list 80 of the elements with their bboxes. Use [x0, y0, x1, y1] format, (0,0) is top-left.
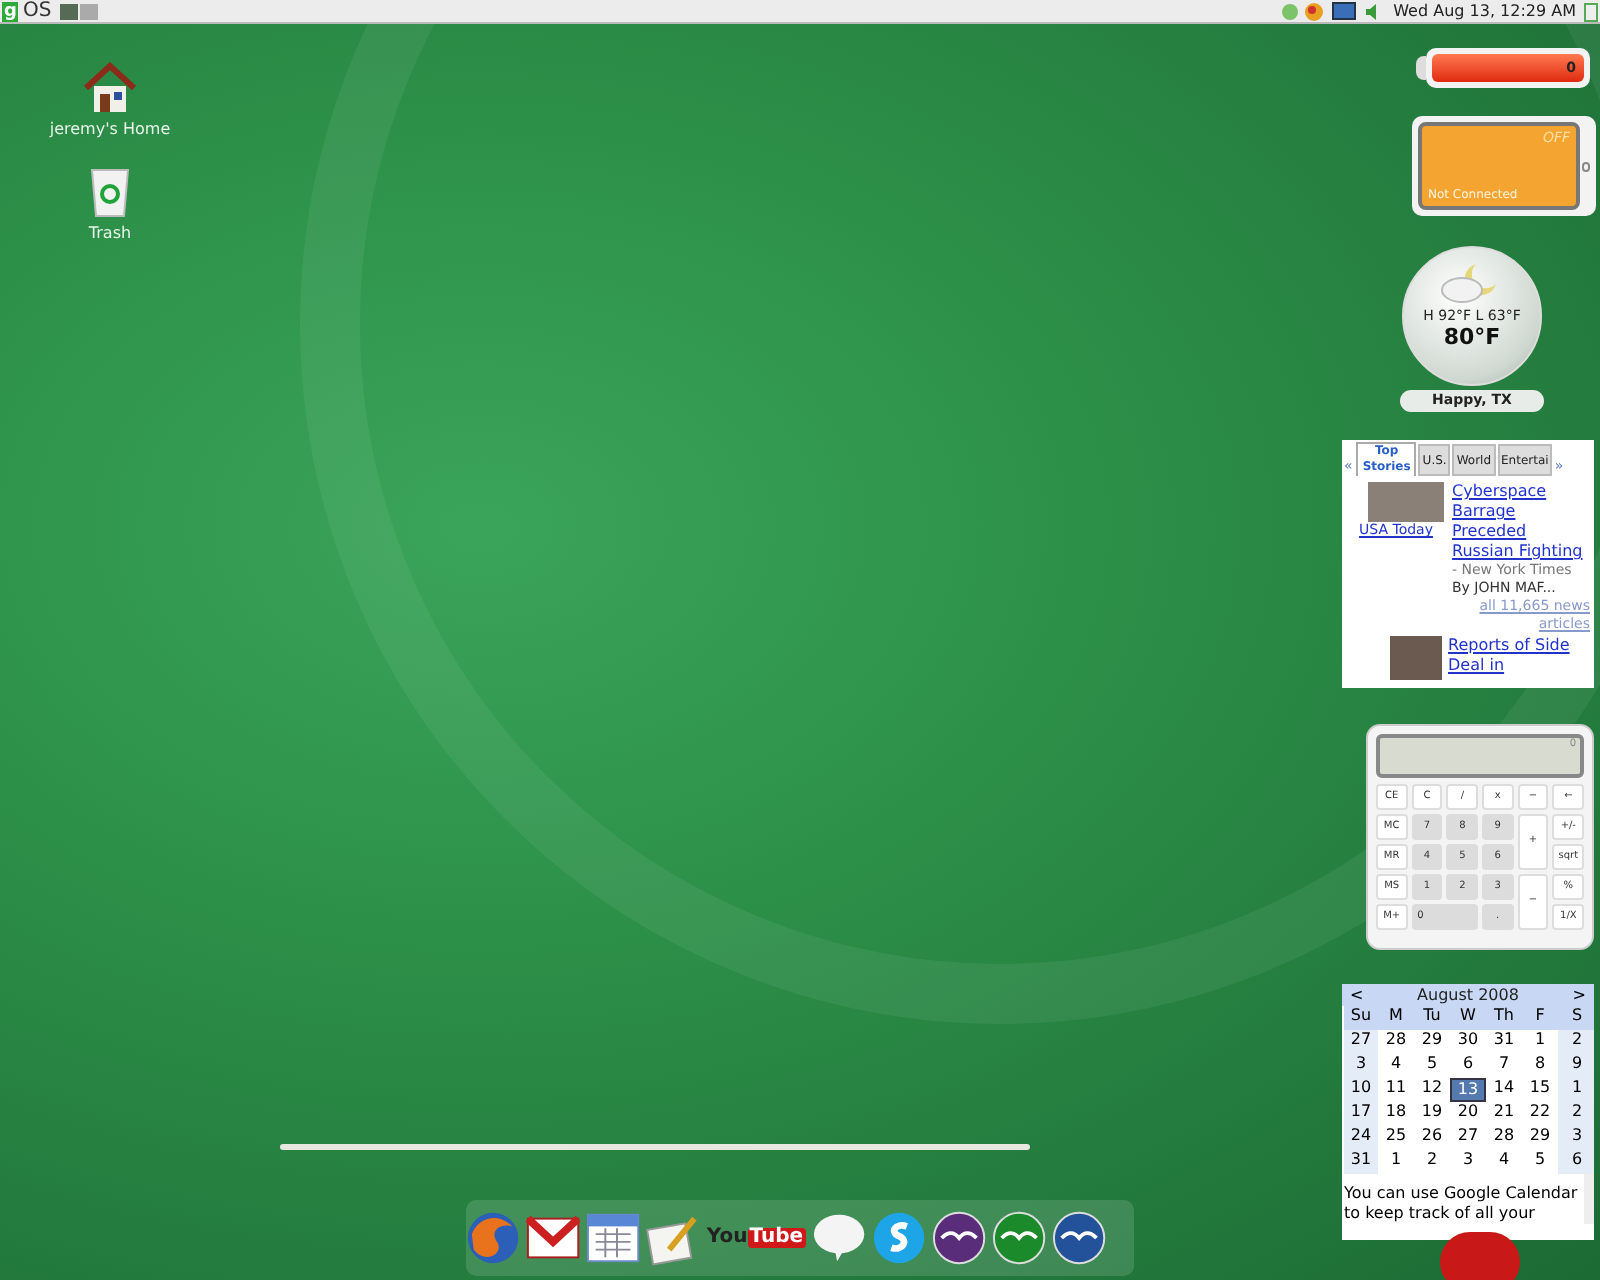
workspace-switch[interactable]	[59, 3, 78, 19]
wifi-toggle[interactable]	[1582, 161, 1590, 171]
weekday-label: S	[1558, 1006, 1594, 1030]
calendar-day[interactable]: 25	[1378, 1126, 1414, 1150]
phone-app-icon[interactable]	[871, 1210, 926, 1266]
gull-circle-icon[interactable]	[1051, 1210, 1106, 1266]
calendar-icon[interactable]	[586, 1212, 641, 1264]
calendar-day[interactable]: 5	[1414, 1054, 1450, 1078]
calendar-day[interactable]: 14	[1486, 1078, 1522, 1102]
logo-text: OS	[22, 1, 52, 21]
gull-circle-icon[interactable]	[931, 1210, 986, 1266]
current-temperature: 80°F	[1443, 324, 1501, 350]
calendar-day[interactable]: 3	[1558, 1126, 1594, 1150]
calendar-day[interactable]: 20	[1450, 1102, 1486, 1126]
calendar-day[interactable]: 4	[1378, 1054, 1414, 1078]
calendar-day[interactable]: 13	[1450, 1078, 1486, 1102]
calendar-day[interactable]: 9	[1558, 1054, 1594, 1078]
calendar-day[interactable]: 6	[1450, 1054, 1486, 1078]
headline-link[interactable]: Cyberspace Barrage Preceded Russian Fighting	[1452, 482, 1590, 562]
apple-drawing	[1440, 1232, 1520, 1280]
calendar-day[interactable]: 28	[1486, 1126, 1522, 1150]
calendar-day[interactable]: 15	[1522, 1078, 1558, 1102]
photo-placeholder	[1368, 482, 1444, 522]
color-ball-icon[interactable]	[1303, 1, 1324, 21]
month-title: August 2008	[1417, 986, 1519, 1006]
calendar-day[interactable]: 19	[1414, 1102, 1450, 1126]
calendar-day[interactable]: 10	[1344, 1078, 1378, 1102]
calendar-day[interactable]: 4	[1486, 1150, 1522, 1174]
calendar-note: You can use Google Calendar to keep track of all your	[1342, 1182, 1580, 1224]
calendar-day[interactable]: 6	[1558, 1150, 1594, 1174]
battery-icon[interactable]	[1584, 1, 1598, 21]
trash-icon	[90, 166, 130, 218]
calendar-day[interactable]: 5	[1522, 1150, 1558, 1174]
calendar-day[interactable]: 11	[1378, 1078, 1414, 1102]
calendar-day[interactable]: 26	[1414, 1126, 1450, 1150]
calendar-day[interactable]: 24	[1344, 1126, 1378, 1150]
weekday-label: M	[1378, 1006, 1414, 1030]
next-month[interactable]: >	[1572, 986, 1586, 1006]
calendar-day[interactable]: 7	[1486, 1054, 1522, 1078]
workspace-switch[interactable]	[79, 3, 98, 19]
mail-icon[interactable]	[526, 1214, 581, 1262]
home-icon	[82, 62, 138, 114]
calendar-day[interactable]: 30	[1450, 1030, 1486, 1054]
icon-label[interactable]: Trash	[88, 222, 132, 246]
calendar-day[interactable]: 1	[1522, 1030, 1558, 1054]
headline-link[interactable]: Reports of Side Deal in	[1448, 636, 1590, 680]
calendar-day[interactable]: 8	[1522, 1054, 1558, 1078]
icon-label[interactable]: jeremy's Home	[49, 118, 171, 142]
weekday-label: Th	[1486, 1006, 1522, 1030]
weekday-label: W	[1450, 1006, 1486, 1030]
calendar-day[interactable]: 21	[1486, 1102, 1522, 1126]
speech-bubble-icon[interactable]	[811, 1212, 866, 1264]
weekday-label: F	[1522, 1006, 1558, 1030]
calendar-day[interactable]: 2	[1558, 1030, 1594, 1054]
gull-circle-icon[interactable]	[991, 1210, 1046, 1266]
calendar-day[interactable]: 2	[1414, 1150, 1450, 1174]
calendar-day[interactable]: 3	[1344, 1054, 1378, 1078]
calendar-day[interactable]: 27	[1450, 1126, 1486, 1150]
monitor-icon[interactable]	[1331, 1, 1356, 21]
calendar-day[interactable]: 18	[1378, 1102, 1414, 1126]
calendar-day[interactable]: 29	[1522, 1126, 1558, 1150]
calendar-day[interactable]: 17	[1344, 1102, 1378, 1126]
calendar-day[interactable]: 27	[1344, 1030, 1378, 1054]
calendar-day[interactable]: 31	[1486, 1030, 1522, 1054]
calendar-day[interactable]: 22	[1522, 1102, 1558, 1126]
meter-handle	[1416, 56, 1426, 80]
clock[interactable]: Wed Aug 13, 12:29 AM	[1393, 1, 1576, 21]
weekday-label: Tu	[1414, 1006, 1450, 1030]
calendar-day[interactable]: 28	[1378, 1030, 1414, 1054]
scrollbar	[1584, 1174, 1594, 1224]
calendar-day[interactable]: 2	[1558, 1102, 1594, 1126]
calendar-day[interactable]: 31	[1344, 1150, 1378, 1174]
calendar-day[interactable]: 3	[1450, 1150, 1486, 1174]
calendar-day[interactable]: 1	[1378, 1150, 1414, 1174]
previous-month[interactable]: <	[1350, 986, 1364, 1006]
weekday-label: Su	[1344, 1006, 1378, 1030]
photo-placeholder	[1390, 636, 1442, 680]
calendar-day[interactable]: 29	[1414, 1030, 1450, 1054]
calendar-day[interactable]: 1	[1558, 1078, 1594, 1102]
calendar-day[interactable]: 12	[1414, 1078, 1450, 1102]
